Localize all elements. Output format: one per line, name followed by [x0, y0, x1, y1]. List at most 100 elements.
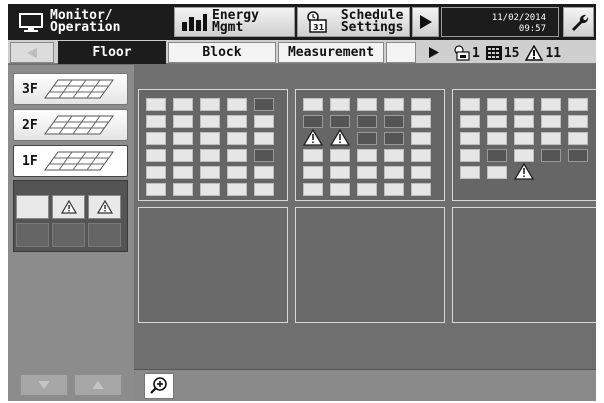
unit-on[interactable]: [384, 183, 404, 196]
unit-on[interactable]: [227, 115, 247, 128]
alarm-unit[interactable]: [303, 129, 323, 146]
unit-on[interactable]: [411, 132, 431, 145]
unit-on[interactable]: [384, 98, 404, 111]
unit-on[interactable]: [460, 98, 480, 111]
unit-on[interactable]: [254, 132, 274, 145]
unit-on[interactable]: [487, 166, 507, 179]
unit-on[interactable]: [200, 132, 220, 145]
unit-off[interactable]: [384, 115, 404, 128]
unit-on[interactable]: [541, 132, 561, 145]
unit-on[interactable]: [514, 115, 534, 128]
minimap-cell[interactable]: [52, 223, 85, 247]
unit-off[interactable]: [568, 149, 588, 162]
tab-block[interactable]: Block: [168, 42, 276, 63]
unit-on[interactable]: [330, 183, 350, 196]
unit-group[interactable]: [452, 89, 596, 201]
unit-on[interactable]: [173, 115, 193, 128]
minimap-cell[interactable]: [16, 195, 49, 219]
alarm-unit[interactable]: [330, 129, 350, 146]
tab-floor[interactable]: Floor: [58, 41, 166, 64]
unit-on[interactable]: [146, 98, 166, 111]
unit-on[interactable]: [173, 132, 193, 145]
unit-on[interactable]: [227, 132, 247, 145]
unit-on[interactable]: [514, 149, 534, 162]
unit-on[interactable]: [384, 149, 404, 162]
unit-on[interactable]: [227, 98, 247, 111]
unit-on[interactable]: [357, 166, 377, 179]
unit-on[interactable]: [411, 166, 431, 179]
unit-on[interactable]: [514, 132, 534, 145]
unit-on[interactable]: [411, 115, 431, 128]
unit-group-empty[interactable]: [452, 207, 596, 323]
unit-on[interactable]: [330, 98, 350, 111]
unit-off[interactable]: [541, 149, 561, 162]
unit-on[interactable]: [357, 183, 377, 196]
floor-button[interactable]: 1F: [13, 145, 128, 177]
unit-group[interactable]: [295, 89, 445, 201]
unit-on[interactable]: [541, 98, 561, 111]
unit-on[interactable]: [173, 166, 193, 179]
unit-on[interactable]: [173, 98, 193, 111]
unit-on[interactable]: [200, 115, 220, 128]
unit-on[interactable]: [146, 166, 166, 179]
tab-measurement[interactable]: Measurement: [278, 42, 384, 63]
unit-on[interactable]: [303, 149, 323, 162]
unit-on[interactable]: [227, 166, 247, 179]
unit-group-empty[interactable]: [138, 207, 288, 323]
unit-on[interactable]: [254, 166, 274, 179]
unit-on[interactable]: [200, 149, 220, 162]
unit-on[interactable]: [460, 166, 480, 179]
unit-on[interactable]: [541, 115, 561, 128]
minimap-cell[interactable]: [88, 223, 121, 247]
unit-on[interactable]: [411, 183, 431, 196]
unit-off[interactable]: [330, 115, 350, 128]
menu-next-button[interactable]: [412, 7, 439, 37]
unit-on[interactable]: [146, 132, 166, 145]
unit-on[interactable]: [357, 98, 377, 111]
tab-prev-button[interactable]: [10, 42, 54, 63]
maintenance-button[interactable]: [563, 7, 594, 37]
floor-button[interactable]: 2F: [13, 109, 128, 141]
unit-off[interactable]: [254, 149, 274, 162]
unit-on[interactable]: [173, 149, 193, 162]
unit-on[interactable]: [254, 183, 274, 196]
unit-on[interactable]: [303, 98, 323, 111]
unit-on[interactable]: [384, 166, 404, 179]
tab-next-button[interactable]: [418, 42, 450, 63]
unit-on[interactable]: [330, 166, 350, 179]
unit-on[interactable]: [568, 98, 588, 111]
zoom-button[interactable]: [144, 373, 174, 399]
tab-blank[interactable]: [386, 42, 416, 63]
unit-on[interactable]: [227, 183, 247, 196]
unit-on[interactable]: [411, 149, 431, 162]
unit-on[interactable]: [460, 115, 480, 128]
schedule-settings-button[interactable]: 31 Schedule Settings: [297, 7, 410, 37]
unit-on[interactable]: [200, 183, 220, 196]
unit-off[interactable]: [357, 132, 377, 145]
unit-group[interactable]: [138, 89, 288, 201]
unit-on[interactable]: [568, 132, 588, 145]
unit-on[interactable]: [568, 115, 588, 128]
unit-on[interactable]: [487, 132, 507, 145]
unit-on[interactable]: [200, 98, 220, 111]
unit-on[interactable]: [357, 149, 377, 162]
unit-off[interactable]: [303, 115, 323, 128]
unit-off[interactable]: [254, 98, 274, 111]
unit-on[interactable]: [303, 183, 323, 196]
unit-on[interactable]: [411, 98, 431, 111]
unit-off[interactable]: [487, 149, 507, 162]
unit-group-empty[interactable]: [295, 207, 445, 323]
unit-on[interactable]: [146, 149, 166, 162]
scroll-down-button[interactable]: [20, 374, 68, 396]
unit-on[interactable]: [146, 183, 166, 196]
unit-off[interactable]: [357, 115, 377, 128]
unit-on[interactable]: [200, 166, 220, 179]
unit-on[interactable]: [254, 115, 274, 128]
unit-on[interactable]: [146, 115, 166, 128]
unit-off[interactable]: [384, 132, 404, 145]
monitor-operation-button[interactable]: Monitor/ Operation: [11, 7, 173, 37]
unit-on[interactable]: [173, 183, 193, 196]
unit-on[interactable]: [227, 149, 247, 162]
unit-on[interactable]: [303, 166, 323, 179]
energy-mgmt-button[interactable]: Energy Mgmt: [174, 7, 295, 37]
